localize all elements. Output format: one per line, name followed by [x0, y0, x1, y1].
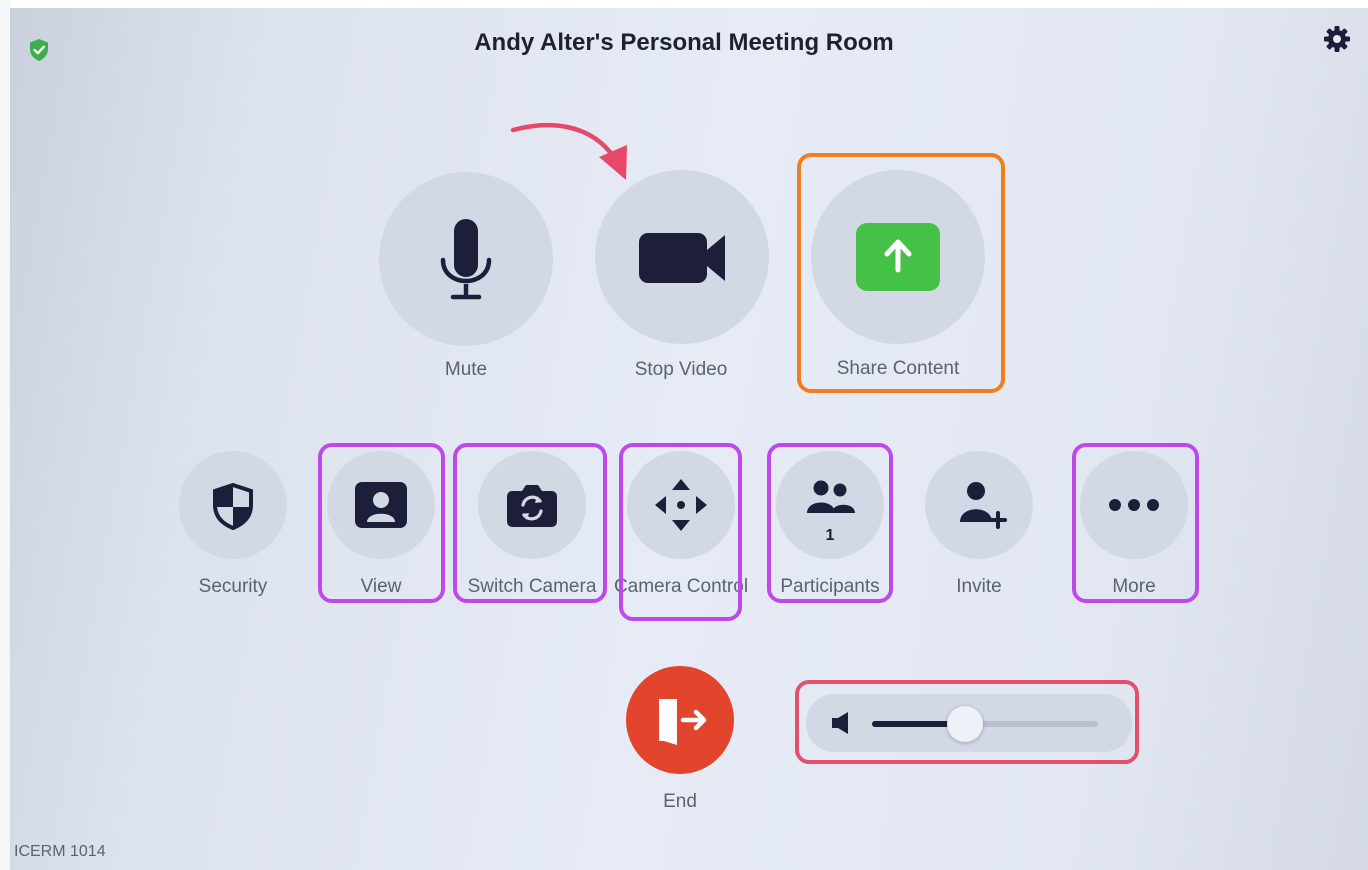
- camera-switch-icon: [507, 485, 557, 527]
- end-label: End: [663, 791, 697, 812]
- microphone-icon: [440, 219, 492, 300]
- add-user-icon: [960, 482, 1007, 529]
- security-label: Security: [198, 576, 268, 597]
- video-camera-icon: [639, 233, 725, 283]
- four-arrows-icon: [655, 479, 707, 531]
- gear-icon[interactable]: [1322, 24, 1352, 54]
- camera-control-label: Camera Control: [613, 576, 749, 597]
- exit-door-icon: [659, 699, 707, 745]
- share-upload-icon: [856, 223, 940, 291]
- mute-button[interactable]: [379, 172, 553, 346]
- view-button[interactable]: [327, 451, 435, 559]
- share-content-button[interactable]: [811, 170, 985, 344]
- room-name: ICERM 1014: [14, 843, 106, 860]
- end-button[interactable]: [626, 666, 734, 774]
- view-label: View: [360, 576, 402, 597]
- stop-video-label: Stop Video: [634, 359, 728, 380]
- screen-edge-top: [0, 0, 1368, 8]
- more-label: More: [1112, 576, 1156, 597]
- participants-count: 1: [825, 527, 835, 544]
- share-content-label: Share Content: [836, 358, 960, 379]
- speaker-icon: [832, 712, 848, 734]
- invite-label: Invite: [956, 576, 1002, 597]
- stop-video-button[interactable]: [595, 170, 769, 344]
- participants-label: Participants: [780, 576, 880, 597]
- meeting-title: Andy Alter's Personal Meeting Room: [474, 29, 894, 56]
- volume-slider-thumb[interactable]: [946, 706, 983, 742]
- more-button[interactable]: [1080, 451, 1188, 559]
- ellipsis-icon: [1109, 499, 1159, 511]
- screen-edge-left: [0, 0, 10, 870]
- shield-icon: [213, 482, 253, 531]
- switch-camera-label: Switch Camera: [467, 576, 597, 597]
- switch-camera-button[interactable]: [478, 451, 586, 559]
- volume-control: [806, 694, 1132, 752]
- invite-button[interactable]: [925, 451, 1033, 559]
- mute-label: Mute: [444, 359, 488, 380]
- user-portrait-icon: [355, 482, 407, 528]
- camera-control-button[interactable]: [627, 451, 735, 559]
- security-button[interactable]: [179, 451, 287, 559]
- volume-slider-track[interactable]: [872, 706, 1098, 742]
- participants-button[interactable]: 1: [776, 451, 884, 559]
